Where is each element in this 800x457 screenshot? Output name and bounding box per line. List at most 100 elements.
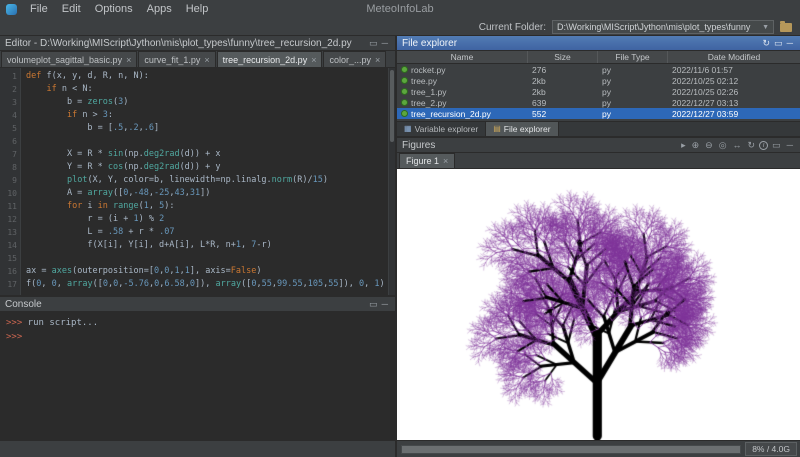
code-token: axes bbox=[51, 266, 73, 276]
editor-tab-color-py[interactable]: color_...py × bbox=[323, 51, 387, 67]
line-number: 15 bbox=[7, 254, 17, 263]
file-row-tree-recursion-2d-py[interactable]: tree_recursion_2d.py 552 py 2022/12/27 03:5… bbox=[397, 108, 800, 119]
file-explorer-title-icons: ↻ ▭ ─ bbox=[761, 38, 795, 49]
identify-icon[interactable]: i bbox=[759, 140, 769, 150]
minimize-panel-icon[interactable]: ─ bbox=[380, 38, 390, 49]
code-token: f(x, y, d, R, n, N): bbox=[41, 71, 149, 81]
float-panel-icon[interactable]: ▭ bbox=[770, 140, 783, 151]
code-line: f(X[i], Y[i], d+A[i], L*R, n+1, 7-r) bbox=[26, 239, 388, 252]
column-header-size[interactable]: Size bbox=[528, 51, 598, 63]
file-row-tree-py[interactable]: tree.py 2kb py 2022/10/25 02:12 bbox=[397, 75, 800, 86]
console-line: >>> run script... bbox=[6, 316, 389, 330]
code-token: 105 bbox=[307, 279, 324, 289]
file-row-tree-2-py[interactable]: tree_2.py 639 py 2022/12/27 03:13 bbox=[397, 97, 800, 108]
file-row-rocket-py[interactable]: rocket.py 276 py 2022/11/6 01:57 bbox=[397, 64, 800, 75]
code-token: (d)) + y bbox=[179, 162, 221, 172]
menu-item-options[interactable]: Options bbox=[88, 3, 140, 15]
line-number: 17 bbox=[7, 280, 17, 289]
figures-title: Figures bbox=[402, 139, 436, 151]
file-row-tree-1-py[interactable]: tree_1.py 2kb py 2022/10/25 02:26 bbox=[397, 86, 800, 97]
line-number: 11 bbox=[7, 202, 17, 211]
figure-canvas[interactable] bbox=[397, 169, 800, 440]
pan-icon[interactable]: ↔ bbox=[731, 140, 744, 151]
code-token: range bbox=[113, 201, 139, 211]
select-cursor-icon[interactable]: ▸ bbox=[679, 140, 688, 151]
full-extent-icon[interactable]: ◎ bbox=[717, 140, 729, 151]
column-header-file-type[interactable]: File Type bbox=[598, 51, 668, 63]
bottom-tab-variable-explorer[interactable]: ▦ Variable explorer bbox=[397, 122, 487, 136]
file-type: py bbox=[602, 64, 611, 75]
float-panel-icon[interactable]: ▭ bbox=[367, 299, 380, 310]
close-icon[interactable]: × bbox=[204, 55, 209, 65]
current-folder-row: Current Folder: D:\Working\MIScript\Jyth… bbox=[0, 18, 800, 36]
memory-indicator[interactable]: 8% / 4.0G bbox=[745, 442, 797, 456]
console-output[interactable]: >>> run script... >>> bbox=[0, 312, 395, 440]
zoom-out-icon[interactable]: ⊖ bbox=[703, 140, 715, 151]
console-title: Console bbox=[5, 298, 42, 310]
editor-tab-tree-recursion-2d-py[interactable]: tree_recursion_2d.py × bbox=[216, 51, 323, 67]
menu-bar: File Edit Options Apps Help MeteoInfoLab bbox=[0, 0, 800, 18]
code-line: plot(X, Y, color=b, linewidth=np.linalg.… bbox=[26, 174, 388, 187]
chevron-down-icon[interactable]: ▼ bbox=[762, 24, 769, 31]
line-number: 5 bbox=[12, 124, 17, 133]
line-number: 1 bbox=[12, 72, 17, 81]
file-date-modified: 2022/12/27 03:13 bbox=[672, 97, 739, 108]
code-token: ([ bbox=[241, 279, 252, 289]
code-token: -r) bbox=[256, 240, 272, 250]
code-token: , bbox=[148, 201, 160, 211]
editor-panel: Editor - D:\Working\MIScript\Jython\mis\… bbox=[0, 36, 395, 295]
minimize-panel-icon[interactable]: ─ bbox=[785, 38, 795, 49]
file-size: 552 bbox=[532, 108, 547, 119]
code-token: 31 bbox=[189, 188, 201, 198]
scrollbar-thumb[interactable] bbox=[390, 70, 394, 142]
minimize-panel-icon[interactable]: ─ bbox=[380, 299, 390, 310]
code-token: -25 bbox=[154, 188, 170, 198]
tab-label: volumeplot_sagittal_basic.py bbox=[7, 54, 123, 65]
editor-scrollbar[interactable] bbox=[388, 68, 395, 295]
current-folder-combobox[interactable]: D:\Working\MIScript\Jython\mis\plot_type… bbox=[552, 20, 774, 34]
close-icon[interactable]: × bbox=[443, 156, 448, 166]
menu-item-edit[interactable]: Edit bbox=[55, 3, 88, 15]
figure-tab-figure-1[interactable]: Figure 1 × bbox=[399, 153, 456, 168]
menu-item-apps[interactable]: Apps bbox=[140, 3, 179, 15]
float-panel-icon[interactable]: ▭ bbox=[772, 38, 785, 49]
code-token: , bbox=[364, 279, 375, 289]
bottom-tab-file-explorer[interactable]: ▤ File explorer bbox=[486, 122, 559, 136]
code-line: def f(x, y, d, R, n, N): bbox=[26, 70, 388, 83]
tab-label: File explorer bbox=[503, 124, 551, 134]
code-line: r = (i + 1) % 2 bbox=[26, 213, 388, 226]
code-pane[interactable]: def f(x, y, d, R, n, N): if n < N: b = z… bbox=[21, 68, 388, 295]
editor-tab-curve-fit-1-py[interactable]: curve_fit_1.py × bbox=[138, 51, 216, 67]
rotate-icon[interactable]: ↻ bbox=[746, 140, 758, 151]
close-icon[interactable]: × bbox=[375, 55, 380, 65]
code-token: array bbox=[87, 188, 114, 198]
close-icon[interactable]: × bbox=[311, 55, 316, 65]
menu-item-help[interactable]: Help bbox=[179, 3, 216, 15]
float-panel-icon[interactable]: ▭ bbox=[367, 38, 380, 49]
file-size: 2kb bbox=[532, 75, 546, 86]
browse-folder-icon[interactable] bbox=[780, 20, 792, 32]
column-header-name[interactable]: Name bbox=[397, 51, 528, 63]
file-date-modified: 2022/12/27 03:59 bbox=[672, 108, 739, 119]
zoom-in-icon[interactable]: ⊕ bbox=[690, 140, 702, 151]
code-token: ) bbox=[123, 97, 129, 107]
file-explorer-panel: File explorer ↻ ▭ ─ Name Size File Type Date … bbox=[397, 36, 800, 136]
menu-item-file[interactable]: File bbox=[23, 3, 55, 15]
code-token: f(X[i], Y[i], d+A[i], L*R, n+ bbox=[26, 240, 236, 250]
file-name: tree.py bbox=[411, 75, 437, 86]
python-file-icon bbox=[401, 88, 408, 95]
file-name: rocket.py bbox=[411, 64, 446, 75]
code-editor[interactable]: 1 2 3 4 5 6 7 8 9 10 11 12 13 14 15 16 17 def f(x, y, d,… bbox=[0, 68, 395, 295]
code-token: .58 bbox=[107, 227, 124, 237]
column-header-date-modified[interactable]: Date Modified bbox=[668, 51, 800, 63]
code-token: f( bbox=[26, 279, 37, 289]
refresh-icon[interactable]: ↻ bbox=[761, 38, 773, 49]
figures-panel: Figures ▸ ⊕ ⊖ ◎ ↔ ↻ i ▭ ─ Figure 1 × bbox=[397, 136, 800, 440]
app-logo-icon bbox=[6, 3, 17, 15]
line-number: 10 bbox=[7, 189, 17, 198]
minimize-panel-icon[interactable]: ─ bbox=[785, 140, 795, 151]
editor-tab-volumeplot-sagittal-basic-py[interactable]: volumeplot_sagittal_basic.py × bbox=[1, 51, 138, 67]
close-icon[interactable]: × bbox=[126, 55, 131, 65]
